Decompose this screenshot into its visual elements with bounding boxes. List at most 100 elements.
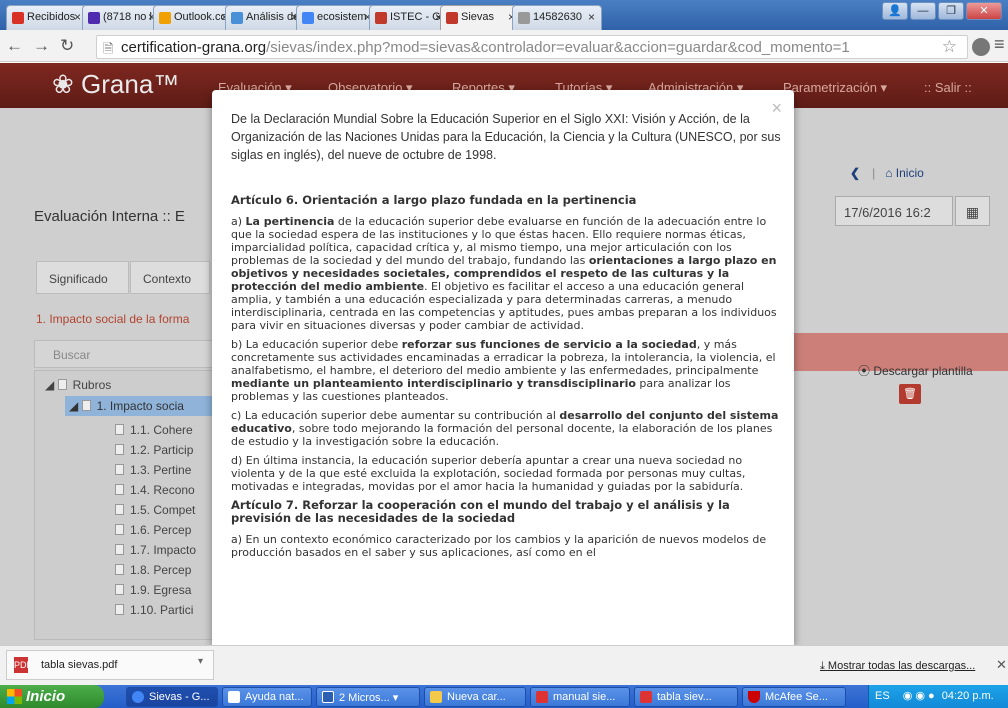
modal-intro: De la Declaración Mundial Sobre la Educa… bbox=[231, 112, 781, 162]
tab-label: (8718 no l bbox=[103, 11, 152, 23]
browser-tab[interactable]: (8718 no l × bbox=[82, 5, 162, 30]
clock[interactable]: 04:20 p.m. bbox=[942, 690, 994, 702]
section-subheading: 1. Impacto social de la forma bbox=[36, 312, 190, 326]
brand-logo[interactable]: ❀ Grana™ bbox=[52, 69, 179, 100]
url-input[interactable]: 🗎 certification-grana.org/sievas/index.p… bbox=[96, 35, 968, 59]
nav-salir[interactable]: :: Salir :: bbox=[924, 80, 972, 95]
taskbar-item[interactable]: 2 Micros... ▾ bbox=[316, 687, 420, 707]
taskbar-item[interactable]: manual sie... bbox=[530, 687, 630, 707]
file-icon bbox=[115, 484, 124, 495]
file-icon bbox=[81, 400, 91, 411]
tree-leaf[interactable]: 1.5. Compet bbox=[115, 503, 195, 517]
extension-icon[interactable] bbox=[972, 38, 990, 56]
close-downloads-icon[interactable]: ✕ bbox=[996, 657, 1007, 673]
pdf-icon bbox=[640, 691, 652, 703]
nav-parametrizacion[interactable]: Parametrización ▾ bbox=[783, 80, 887, 96]
article-7-heading: Artículo 7. Reforzar la cooperación con … bbox=[231, 498, 730, 525]
folder-icon bbox=[430, 691, 442, 703]
window-controls: 👤 — ❐ ✕ bbox=[880, 2, 1002, 22]
show-all-downloads-link[interactable]: ⤓ Mostrar todas las descargas... bbox=[820, 660, 975, 673]
browser-tab[interactable]: 14582630 × bbox=[512, 5, 602, 30]
tree-leaf[interactable]: 1.8. Percep bbox=[115, 563, 191, 577]
tree-leaf[interactable]: 1.10. Partici bbox=[115, 603, 193, 617]
system-tray: ES ◉ ◉ ● 04:20 p.m. bbox=[868, 685, 1008, 708]
article-7-a: a) En un contexto económico caracterizad… bbox=[231, 533, 767, 559]
tree-leaf[interactable]: 1.7. Impacto bbox=[115, 543, 196, 557]
calendar-icon[interactable]: ▦ bbox=[955, 196, 990, 226]
tree-leaf[interactable]: 1.6. Percep bbox=[115, 523, 191, 537]
tab-label: Outlook.co bbox=[174, 11, 227, 23]
download-template-link[interactable]: ⦿ Descargar plantilla bbox=[858, 362, 973, 379]
browser-tab[interactable]: Recibidos × bbox=[6, 5, 88, 30]
browser-tab[interactable]: Sievas× bbox=[440, 5, 522, 30]
tray-icons[interactable]: ◉ ◉ ● bbox=[903, 690, 935, 702]
taskbar-item[interactable]: Ayuda nat... bbox=[222, 687, 312, 707]
tab-close-icon[interactable]: × bbox=[588, 10, 595, 24]
tree-node-selected[interactable]: ◢ 1. Impacto socia bbox=[65, 396, 213, 416]
pdf-icon: PDF bbox=[14, 657, 32, 673]
browser-tab[interactable]: ISTEC - G × bbox=[369, 5, 449, 30]
tab-favicon-icon bbox=[12, 12, 24, 24]
expand-icon[interactable]: ◢ bbox=[45, 378, 58, 392]
tree-node[interactable]: ◢ Rubros bbox=[45, 378, 111, 392]
file-icon bbox=[115, 584, 124, 595]
browser-tab[interactable]: ecosistem × bbox=[296, 5, 378, 30]
file-icon bbox=[115, 464, 124, 475]
file-icon bbox=[115, 524, 124, 535]
tab-contexto[interactable]: Contexto bbox=[130, 261, 210, 294]
home-icon[interactable]: ⌂ bbox=[885, 166, 896, 180]
tree-leaf[interactable]: 1.4. Recono bbox=[115, 483, 195, 497]
document-icon bbox=[228, 691, 240, 703]
tab-significado[interactable]: Significado bbox=[36, 261, 129, 294]
leaf-icon: ❀ bbox=[52, 69, 82, 99]
browser-tab[interactable]: Outlook.co× bbox=[153, 5, 235, 30]
back-icon[interactable]: ← bbox=[6, 36, 33, 55]
date-field[interactable]: 17/6/2016 16:2 bbox=[835, 196, 953, 226]
expand-icon[interactable]: ◢ bbox=[69, 399, 82, 413]
back-chevron-icon[interactable]: ❮ bbox=[850, 166, 860, 180]
tab-favicon-icon bbox=[88, 12, 100, 24]
download-item[interactable]: tabla sievas.pdf bbox=[6, 650, 214, 680]
browser-menu-icon[interactable]: ≡ bbox=[994, 34, 1005, 55]
forward-icon[interactable]: → bbox=[33, 36, 60, 55]
page-title: Evaluación Interna :: E bbox=[34, 208, 185, 225]
tree-search-input[interactable]: Buscar bbox=[34, 340, 214, 368]
tree-leaf[interactable]: 1.9. Egresa bbox=[115, 583, 191, 597]
tab-close-icon[interactable]: × bbox=[74, 10, 81, 24]
trash-icon[interactable]: 🗑 bbox=[899, 384, 921, 404]
file-icon bbox=[115, 504, 124, 515]
file-icon bbox=[115, 544, 124, 555]
pdf-icon bbox=[536, 691, 548, 703]
chevron-down-icon[interactable]: ▾ bbox=[198, 656, 203, 667]
home-link[interactable]: Inicio bbox=[896, 166, 924, 180]
file-icon bbox=[115, 424, 124, 435]
close-window-button[interactable]: ✕ bbox=[966, 2, 1002, 20]
folder-icon bbox=[57, 379, 67, 390]
taskbar-item[interactable]: tabla siev... bbox=[634, 687, 738, 707]
tab-favicon-icon bbox=[159, 12, 171, 24]
minimize-button[interactable]: — bbox=[910, 2, 936, 20]
tree-leaf[interactable]: 1.3. Pertine bbox=[115, 463, 191, 477]
tab-label: Recibidos bbox=[27, 11, 76, 23]
user-icon[interactable]: 👤 bbox=[882, 2, 908, 20]
file-icon bbox=[115, 564, 124, 575]
tab-label: ISTEC - G bbox=[390, 11, 441, 23]
taskbar-item[interactable]: McAfee Se... bbox=[742, 687, 846, 707]
tab-favicon-icon bbox=[231, 12, 243, 24]
article-6-b: b) La educación superior debe reforzar s… bbox=[231, 338, 776, 403]
maximize-button[interactable]: ❐ bbox=[938, 2, 964, 20]
article-6-heading: Artículo 6. Orientación a largo plazo fu… bbox=[231, 193, 637, 207]
bookmark-star-icon[interactable]: ☆ bbox=[942, 37, 957, 57]
nav-buttons: ←→↻ bbox=[6, 36, 84, 56]
taskbar-item[interactable]: Nueva car... bbox=[424, 687, 526, 707]
tab-label: Sievas bbox=[461, 11, 495, 23]
url-host: certification-grana.org bbox=[121, 39, 267, 56]
taskbar-item[interactable]: Sievas - G... bbox=[126, 687, 218, 707]
page-icon: 🗎 bbox=[103, 41, 114, 56]
reload-icon[interactable]: ↻ bbox=[60, 36, 84, 55]
tree-leaf[interactable]: 1.2. Particip bbox=[115, 443, 193, 457]
browser-tab[interactable]: Análisis de × bbox=[225, 5, 305, 30]
language-indicator[interactable]: ES bbox=[875, 690, 890, 702]
word-icon bbox=[322, 691, 334, 703]
tree-leaf[interactable]: 1.1. Cohere bbox=[115, 423, 193, 437]
